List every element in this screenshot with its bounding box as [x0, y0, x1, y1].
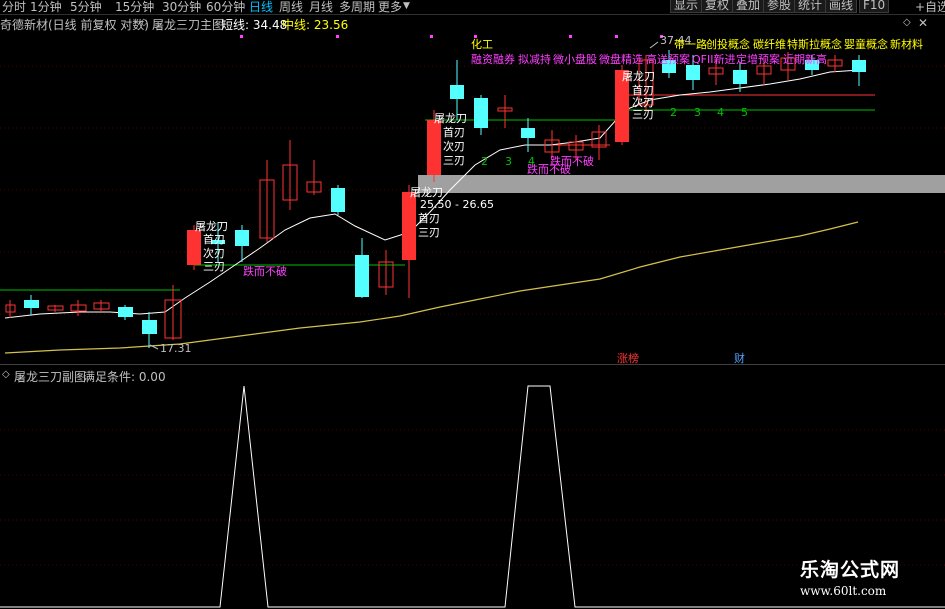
count-label: 5: [741, 106, 748, 119]
mid-line-value: 中线: 23.56: [282, 18, 349, 32]
drawing-button[interactable]: 画线: [825, 0, 858, 13]
fuquan-button[interactable]: 复权: [701, 0, 734, 13]
concept-label: QFII新进: [692, 52, 735, 66]
add-watchlist-button[interactable]: +自选: [915, 0, 945, 15]
stock-title: 奇德新材(日线 前复权 对数): [0, 18, 149, 32]
short-line-value: 短线: 34.48: [221, 18, 288, 32]
range-label: 25.50 - 26.65: [420, 198, 494, 211]
tu-long-label: 屠龙刀: [622, 70, 655, 83]
concept-label: 定增预案: [736, 52, 780, 66]
concept-label: 微盘精选: [599, 52, 643, 66]
concept-label: 微小盘股: [553, 52, 597, 66]
period-toolbar: 分时 1分钟 5分钟 15分钟 30分钟 60分钟 日线 周线 月线 多周期 更…: [0, 0, 945, 15]
period-tab-multi[interactable]: 多周期: [339, 0, 375, 15]
concept-label: 带一路: [674, 38, 707, 51]
finance-marker: 财: [734, 351, 745, 364]
concept-label: 高送预案: [646, 52, 690, 66]
period-tab-daily[interactable]: 日线: [249, 0, 273, 15]
die-er-bu-po-label: 跌而不破: [550, 154, 594, 168]
close-icon[interactable]: ✕: [918, 16, 928, 30]
concept-label: 特斯拉概念: [787, 37, 842, 51]
f10-button[interactable]: F10: [859, 0, 890, 13]
indicator-name[interactable]: 屠龙三刀主图: [152, 16, 224, 33]
overlay-button[interactable]: 叠加: [732, 0, 765, 13]
diamond-icon[interactable]: ◇: [903, 17, 911, 28]
watermark-brand: 乐淘公式网: [800, 559, 901, 581]
shou-ren-label: 首刃: [203, 232, 225, 246]
san-ren-label: 三刃: [418, 226, 440, 239]
shou-ren-label: 首刃: [443, 125, 465, 139]
chevron-down-icon[interactable]: ▼: [403, 1, 410, 11]
count-label: 3: [694, 106, 701, 119]
signal-group-1: 屠龙刀 首刃 次刃 三刃 跌而不破: [195, 220, 287, 278]
period-tab-weekly[interactable]: 周线: [279, 0, 303, 15]
die-er-bu-po-label: 跌而不破: [243, 264, 287, 278]
tu-long-label: 屠龙刀: [195, 220, 228, 233]
tu-long-label: 屠龙刀: [434, 112, 467, 125]
concept-label: 新材料: [890, 37, 923, 51]
period-tab-60min[interactable]: 60分钟: [206, 0, 245, 15]
concept-labels-line2: 融资融券 拟减持 微小盘股 微盘精选 高送预案 QFII新进 定增预案 近期新高: [471, 52, 827, 66]
display-button[interactable]: 显示: [670, 0, 703, 13]
period-tab-monthly[interactable]: 月线: [309, 0, 333, 15]
signal-dots: [240, 35, 663, 38]
signal-group-2: 屠龙刀 25.50 - 26.65 首刃 三刃: [410, 186, 494, 239]
stake-button[interactable]: 参股: [763, 0, 796, 13]
concept-label: 化工: [471, 37, 493, 51]
period-tab-1min[interactable]: 1分钟: [30, 0, 62, 15]
san-ren-label: 三刃: [203, 260, 225, 273]
san-ren-label: 三刃: [443, 154, 465, 167]
san-ren-label: 三刃: [632, 108, 654, 121]
signal-group-3: 屠龙刀 首刃 次刃 三刃 2 3 4 跌而不破 跌而不破: [434, 112, 594, 176]
count-label: 2: [670, 106, 677, 119]
resistance-band: [418, 175, 945, 193]
concept-label: 拟减持: [518, 52, 551, 66]
indicator-menu-icon[interactable]: ◇: [140, 17, 148, 28]
zhangbang-marker: 涨榜: [617, 351, 639, 364]
mid-line: [4, 221, 859, 354]
ci-ren-label: 次刃: [203, 246, 225, 260]
ci-ren-label: 次刃: [443, 139, 465, 153]
period-tab-30min[interactable]: 30分钟: [162, 0, 201, 15]
low-price-label: 17.31: [160, 342, 192, 355]
period-tab-more[interactable]: 更多: [378, 0, 402, 15]
main-chart-title: 奇德新材(日线 前复权 对数) ◇ 屠龙三刀主图 短线: 34.48 中线: 2…: [0, 15, 945, 32]
period-tab-5min[interactable]: 5分钟: [70, 0, 102, 15]
statistics-button[interactable]: 统计: [794, 0, 827, 13]
count-label: 2: [481, 155, 488, 168]
concept-labels-line1: 化工 带一路 创投概念 碳纤维 特斯拉概念 婴童概念 新材料: [471, 37, 923, 51]
period-tab-15min[interactable]: 15分钟: [115, 0, 154, 15]
main-kline-chart[interactable]: 17.31 37.44 化工 带一路 创投概念 碳纤维 特斯拉概念 婴童概念 新…: [0, 32, 945, 364]
concept-label: 创投概念: [706, 37, 750, 51]
shou-ren-label: 首刃: [418, 211, 440, 225]
concept-label: 婴童概念: [844, 37, 888, 51]
sub-grid: [0, 429, 945, 566]
concept-label: 融资融券: [471, 52, 515, 66]
count-label: 3: [505, 155, 512, 168]
period-tab-fenshi[interactable]: 分时: [2, 0, 26, 15]
concept-label: 碳纤维: [753, 37, 786, 51]
shou-ren-label: 首刃: [632, 83, 654, 97]
count-label: 4: [717, 106, 724, 119]
concept-label: 近期新高: [783, 52, 827, 66]
panel-divider[interactable]: [0, 364, 945, 365]
watermark-logo: 乐淘公式网 www.60lt.com: [800, 555, 900, 598]
ci-ren-label: 次刃: [632, 95, 654, 109]
watermark-url: www.60lt.com: [800, 584, 887, 598]
